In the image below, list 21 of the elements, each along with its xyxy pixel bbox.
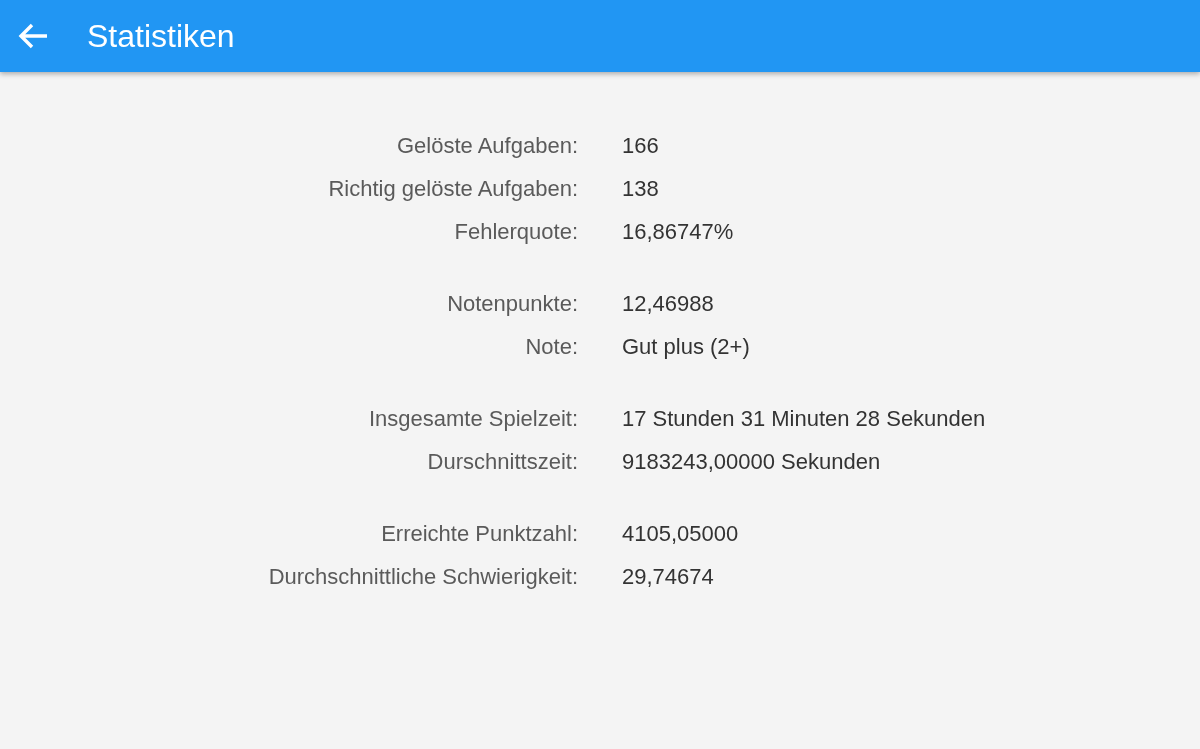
stat-value: 4105,05000 (622, 520, 740, 547)
stat-label: Durchschnittliche Schwierigkeit: (268, 563, 578, 590)
stat-label: Note: (525, 333, 578, 360)
screen-title: Statistiken (87, 17, 235, 55)
stat-value: 138 (622, 175, 660, 202)
stat-value: 9183243,00000 Sekunden (622, 448, 882, 475)
stat-value: Gut plus (2+) (622, 333, 751, 360)
stat-label: Gelöste Aufgaben: (396, 132, 578, 159)
stat-label: Notenpunkte: (447, 290, 578, 317)
stat-label: Insgesamte Spielzeit: (368, 405, 578, 432)
stat-label: Erreichte Punktzahl: (381, 520, 578, 547)
back-button[interactable] (17, 22, 49, 50)
stat-value: 12,46988 (622, 290, 715, 317)
stat-label: Durschnittszeit: (427, 448, 578, 475)
stat-value: 29,74674 (622, 563, 715, 590)
stat-label: Fehlerquote: (454, 218, 578, 245)
stat-value: 16,86747% (622, 218, 735, 245)
back-arrow-icon (17, 22, 49, 50)
stat-value: 17 Stunden 31 Minuten 28 Sekunden (622, 405, 987, 432)
stat-label: Richtig gelöste Aufgaben: (328, 175, 578, 202)
stat-value: 166 (622, 132, 660, 159)
